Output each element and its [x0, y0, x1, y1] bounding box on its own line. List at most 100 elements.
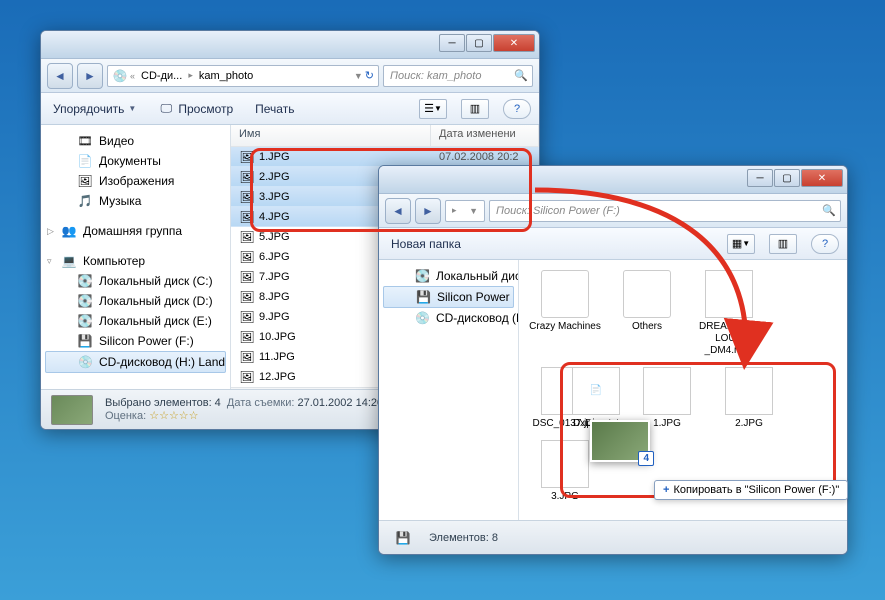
img-icon [541, 440, 589, 488]
image-file-icon: 🖼 [239, 269, 255, 285]
preview-button[interactable]: 🖵Просмотр [154, 99, 237, 119]
copy-tooltip: + Копировать в "Silicon Power (F:)" [654, 480, 848, 500]
close-button[interactable]: ✕ [493, 34, 535, 52]
library-icon: 🎞 [77, 133, 93, 149]
drive-icon: 💽 [415, 268, 430, 284]
sidebar-item-drive[interactable]: 💽Локальный диск (D:) [41, 291, 230, 311]
search-icon: 🔍 [514, 69, 528, 82]
print-button[interactable]: Печать [251, 100, 298, 118]
breadcrumb-seg[interactable]: kam_photo [195, 70, 257, 82]
folder-icon [623, 270, 671, 318]
rating-stars[interactable]: ☆☆☆☆☆ [149, 410, 198, 422]
sidebar-item-drive[interactable]: 💽Локальный диск (E:) [379, 266, 518, 286]
sidebar-item-drive[interactable]: 💾Silicon Power (F:) [41, 331, 230, 351]
image-file-icon: 🖼 [239, 189, 255, 205]
navbar: ◄ ► 💿 « CD-ди... ▸ kam_photo ▼ ↻ Поиск: … [41, 59, 539, 93]
disc-icon: 💿 [112, 68, 128, 84]
item-count: Элементов: 8 [429, 532, 498, 544]
nav-forward-button[interactable]: ► [77, 63, 103, 89]
breadcrumb-seg[interactable]: CD-ди... [137, 70, 186, 82]
image-file-icon: 🖼 [239, 369, 255, 385]
preview-pane-button[interactable]: ▥ [461, 99, 489, 119]
folder-icon [541, 270, 589, 318]
organize-button[interactable]: Упорядочить▼ [49, 100, 140, 118]
sidebar-item[interactable]: 📄Документы [41, 151, 230, 171]
image-file-icon: 🖼 [239, 169, 255, 185]
close-button[interactable]: ✕ [801, 169, 843, 187]
file-icon-item[interactable]: Others [611, 270, 683, 357]
image-file-icon: 🖼 [239, 249, 255, 265]
search-input[interactable]: Поиск: Silicon Power (F:) 🔍 [489, 200, 841, 222]
library-icon: 📄 [77, 153, 93, 169]
minimize-button[interactable]: ─ [439, 34, 465, 52]
file-icon-item[interactable]: MP3DREAM OUT LOUD _DM4.mp3 [693, 270, 765, 357]
toolbar: Новая папка ▦ ▼ ▥ ? [379, 228, 847, 260]
txt-icon: 📄 [572, 367, 620, 415]
sidebar-item[interactable]: 🎵Музыка [41, 191, 230, 211]
chevron-down-icon[interactable]: ▼ [352, 71, 365, 81]
library-icon: 🖼 [77, 173, 93, 189]
image-file-icon: 🖼 [239, 349, 255, 365]
drive-icon: 💾 [77, 333, 93, 349]
computer-icon: 💻 [61, 253, 77, 269]
sidebar-item-computer[interactable]: ▿💻Компьютер [41, 251, 230, 271]
titlebar[interactable]: ─ ▢ ✕ [379, 166, 847, 194]
image-file-icon: 🖼 [239, 209, 255, 225]
image-file-icon: 🖼 [239, 289, 255, 305]
status-bar: 💾 Элементов: 8 [379, 520, 847, 554]
nav-forward-button[interactable]: ► [415, 198, 441, 224]
navbar: ◄ ► ▸▼ Поиск: Silicon Power (F:) 🔍 [379, 194, 847, 228]
sidebar[interactable]: 💽Локальный диск (E:)💾Silicon Power (F:)💿… [379, 260, 519, 520]
sidebar-item[interactable]: 🎞Видео [41, 131, 230, 151]
drive-icon: 💾 [416, 289, 431, 305]
maximize-button[interactable]: ▢ [466, 34, 492, 52]
sidebar-item[interactable]: 🖼Изображения [41, 171, 230, 191]
new-folder-button[interactable]: Новая папка [387, 235, 465, 253]
column-headers[interactable]: Имя Дата изменени [231, 125, 539, 147]
minimize-button[interactable]: ─ [747, 169, 773, 187]
nav-back-button[interactable]: ◄ [47, 63, 73, 89]
file-icon-item[interactable]: 2.JPG [713, 367, 785, 430]
selection-count: Выбрано элементов: 4 [105, 397, 221, 409]
nav-back-button[interactable]: ◄ [385, 198, 411, 224]
col-name[interactable]: Имя [231, 125, 431, 146]
sidebar-item-drive[interactable]: 💽Локальный диск (C:) [41, 271, 230, 291]
drive-icon: 💾 [389, 526, 417, 550]
help-button[interactable]: ? [811, 234, 839, 254]
sidebar-item-homegroup[interactable]: ▷👥Домашняя группа [41, 221, 230, 241]
preview-pane-button[interactable]: ▥ [769, 234, 797, 254]
image-file-icon: 🖼 [239, 229, 255, 245]
drag-count-badge: 4 [638, 451, 654, 466]
sidebar-item-drive[interactable]: 💽Локальный диск (E:) [41, 311, 230, 331]
titlebar[interactable]: ─ ▢ ✕ [41, 31, 539, 59]
maximize-button[interactable]: ▢ [774, 169, 800, 187]
drive-icon: 💿 [415, 310, 430, 326]
drive-icon: 💽 [77, 313, 93, 329]
view-mode-button[interactable]: ▦ ▼ [727, 234, 755, 254]
file-row[interactable]: 🖼1.JPG07.02.2008 20:2 [231, 147, 539, 167]
search-input[interactable]: Поиск: kam_photo 🔍 [383, 65, 533, 87]
sidebar[interactable]: 🎞Видео📄Документы🖼Изображения🎵Музыка ▷👥Дом… [41, 125, 231, 389]
preview-icon: 🖵 [158, 101, 174, 117]
homegroup-icon: 👥 [61, 223, 77, 239]
sidebar-item-drive[interactable]: 💾Silicon Power (F:) [383, 286, 514, 308]
file-icon-item[interactable]: Crazy Machines [529, 270, 601, 357]
sidebar-item-drive[interactable]: 💿CD-дисковод (H:) Land [379, 308, 518, 328]
plus-icon: + [663, 484, 669, 496]
sidebar-item-drive[interactable]: 💿CD-дисковод (H:) Land [45, 351, 226, 373]
library-icon: 🎵 [77, 193, 93, 209]
drive-icon: 💽 [77, 293, 93, 309]
image-file-icon: 🖼 [239, 329, 255, 345]
drag-preview: 4 [590, 420, 650, 462]
address-bar[interactable]: ▸▼ [445, 200, 485, 222]
mp3-icon: MP3 [705, 270, 753, 318]
address-bar[interactable]: 💿 « CD-ди... ▸ kam_photo ▼ ↻ [107, 65, 379, 87]
refresh-icon[interactable]: ↻ [365, 69, 374, 82]
image-file-icon: 🖼 [239, 309, 255, 325]
drive-icon: 💿 [78, 354, 93, 370]
help-button[interactable]: ? [503, 99, 531, 119]
preview-thumbnail [51, 395, 93, 425]
search-icon: 🔍 [822, 204, 836, 217]
col-date[interactable]: Дата изменени [431, 125, 539, 146]
view-mode-button[interactable]: ☰ ▼ [419, 99, 447, 119]
